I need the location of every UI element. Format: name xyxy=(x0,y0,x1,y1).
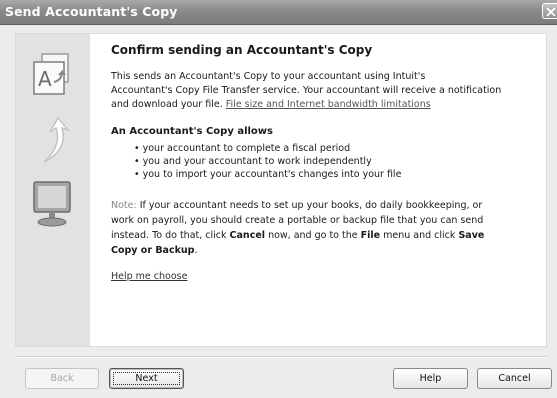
note-file-word: File xyxy=(360,230,381,241)
intro-text-3: and download your file. xyxy=(111,99,223,110)
note-label: Note: xyxy=(111,200,137,211)
close-button[interactable] xyxy=(542,3,557,19)
back-button[interactable]: Back xyxy=(25,368,99,389)
cancel-button[interactable]: Cancel xyxy=(477,368,552,389)
note-paragraph: Note: If your accountant needs to set up… xyxy=(111,198,531,258)
note-text-3c: menu and click xyxy=(383,230,456,241)
list-item: you and your accountant to work independ… xyxy=(134,155,401,168)
footer-separator xyxy=(15,356,547,358)
bandwidth-limitations-link[interactable]: File size and Internet bandwidth limitat… xyxy=(226,99,431,110)
note-text-3b: now, and go to the xyxy=(268,230,358,241)
dialog-heading: Confirm sending an Accountant's Copy xyxy=(111,43,373,57)
note-text-3a: instead. To do that, click xyxy=(111,230,227,241)
intro-text-1: This sends an Accountant's Copy to your … xyxy=(111,71,426,82)
note-text-1: If your accountant needs to set up your … xyxy=(139,200,483,211)
help-button[interactable]: Help xyxy=(393,368,468,389)
monitor-icon xyxy=(33,181,71,227)
allows-heading: An Accountant's Copy allows xyxy=(111,126,273,137)
note-text-2: work on payroll, you should create a por… xyxy=(111,215,484,226)
note-cancel-word: Cancel xyxy=(229,230,266,241)
list-item: you to import your accountant's changes … xyxy=(134,168,402,181)
dialog-window: Send Accountant's Copy A Confirm sending… xyxy=(0,0,557,398)
note-copy-backup: Copy or Backup xyxy=(111,245,195,256)
intro-text-2: Accountant's Copy File Transfer service.… xyxy=(111,85,502,96)
content-panel: A Confirm sending an Accountant's Copy T… xyxy=(15,33,547,347)
window-title: Send Accountant's Copy xyxy=(5,4,178,19)
focus-rect xyxy=(113,372,180,385)
list-item: your accountant to complete a fiscal per… xyxy=(134,142,401,155)
note-save-word: Save xyxy=(458,230,485,241)
svg-text:A: A xyxy=(38,67,52,91)
intro-paragraph: This sends an Accountant's Copy to your … xyxy=(111,70,531,112)
next-button[interactable]: Next xyxy=(109,368,184,389)
accountant-copy-icon: A xyxy=(33,53,69,95)
sidebar: A xyxy=(16,34,90,346)
note-period: . xyxy=(194,245,198,256)
help-me-choose-link[interactable]: Help me choose xyxy=(111,271,187,282)
allows-list: your accountant to complete a fiscal per… xyxy=(134,142,402,181)
arrow-icon xyxy=(43,116,71,163)
title-bar: Send Accountant's Copy xyxy=(0,0,557,25)
close-icon xyxy=(546,7,556,17)
